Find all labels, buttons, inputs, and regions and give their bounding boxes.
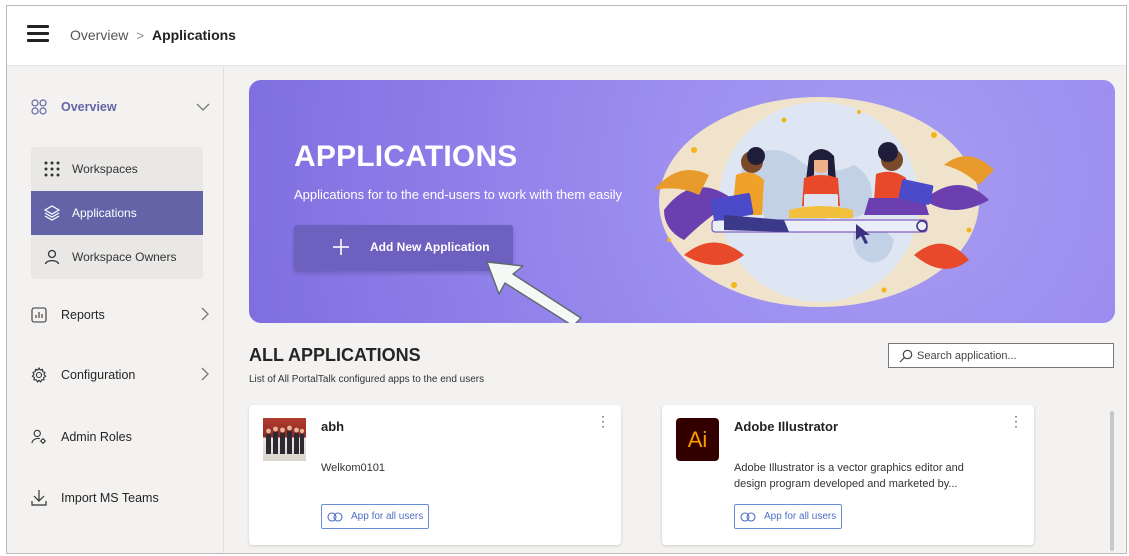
sidebar-item-label: Workspace Owners xyxy=(72,250,177,264)
badge-label: App for all users xyxy=(351,511,424,522)
sidebar: Overview Workspaces Applications Workspa… xyxy=(7,67,224,553)
top-bar: Overview > Applications xyxy=(7,6,1126,66)
sidebar-item-label: Configuration xyxy=(61,368,136,382)
people-with-laptops-illustration xyxy=(654,97,994,307)
grid-icon xyxy=(31,99,47,115)
sidebar-item-admin-roles[interactable]: Admin Roles xyxy=(7,417,224,457)
search-application-box[interactable] xyxy=(888,343,1114,368)
content-scrollbar[interactable] xyxy=(1110,411,1114,551)
sidebar-item-applications[interactable]: Applications xyxy=(31,191,203,235)
applications-banner: APPLICATIONS Applications for to the end… xyxy=(249,80,1115,323)
banner-subtitle: Applications for to the end-users to wor… xyxy=(294,187,623,202)
sidebar-item-label: Admin Roles xyxy=(61,430,132,444)
app-for-all-users-badge[interactable]: App for all users xyxy=(321,504,430,529)
gear-icon xyxy=(31,367,47,383)
sidebar-item-label: Applications xyxy=(72,206,137,220)
sidebar-item-reports[interactable]: Reports xyxy=(7,295,224,335)
app-window: Overview > Applications Overview Workspa… xyxy=(6,5,1127,554)
application-card-abh[interactable]: ⋮ abh Welkom0101 App for all users xyxy=(249,405,621,545)
app-name: Adobe Illustrator xyxy=(734,419,839,434)
team-photo-thumbnail xyxy=(263,418,306,461)
chevron-right-icon[interactable] xyxy=(200,367,210,384)
adobe-illustrator-icon: Ai xyxy=(676,418,719,461)
all-applications-subtitle: List of All PortalTalk configured apps t… xyxy=(249,374,485,385)
sidebar-item-import-ms-teams[interactable]: Import MS Teams xyxy=(7,478,224,518)
sidebar-item-overview[interactable]: Overview xyxy=(7,87,224,127)
sidebar-item-workspace-owners[interactable]: Workspace Owners xyxy=(31,235,203,279)
plus-icon xyxy=(332,234,350,263)
hamburger-menu-icon[interactable] xyxy=(27,25,49,43)
app-description: Adobe Illustrator is a vector graphics e… xyxy=(734,462,964,490)
breadcrumb-current: Applications xyxy=(151,27,236,43)
overview-submenu: Workspaces Applications Workspace Owners xyxy=(31,147,203,279)
breadcrumb-overview-link[interactable]: Overview xyxy=(70,27,128,43)
sidebar-item-workspaces[interactable]: Workspaces xyxy=(31,147,203,191)
chevron-right-icon[interactable] xyxy=(200,307,210,324)
overlap-circles-icon xyxy=(327,511,343,522)
app-name: abh xyxy=(321,419,345,434)
more-options-icon[interactable]: ⋮ xyxy=(596,413,611,430)
app-description: Welkom0101 xyxy=(321,462,385,474)
chevron-down-icon[interactable] xyxy=(196,99,210,115)
person-icon xyxy=(43,248,61,266)
sidebar-item-label: Reports xyxy=(61,308,105,322)
pointer-arrow-annotation xyxy=(486,261,582,323)
sidebar-item-label: Overview xyxy=(61,100,117,114)
sidebar-item-configuration[interactable]: Configuration xyxy=(7,355,224,395)
add-new-application-label: Add New Application xyxy=(370,240,490,254)
all-applications-title: ALL APPLICATIONS xyxy=(249,345,421,365)
search-icon xyxy=(899,349,913,363)
admin-person-icon xyxy=(31,429,47,445)
overlap-circles-icon xyxy=(740,511,756,522)
breadcrumb: Overview > Applications xyxy=(70,27,236,43)
search-application-input[interactable] xyxy=(917,349,1107,362)
dots-grid-icon xyxy=(43,160,61,178)
banner-title: APPLICATIONS xyxy=(294,140,518,173)
chart-icon xyxy=(31,307,47,323)
badge-label: App for all users xyxy=(764,511,837,522)
breadcrumb-separator: > xyxy=(136,27,144,43)
app-for-all-users-badge[interactable]: App for all users xyxy=(734,504,843,529)
sidebar-item-label: Workspaces xyxy=(72,162,138,176)
sidebar-item-label: Import MS Teams xyxy=(61,491,159,505)
more-options-icon[interactable]: ⋮ xyxy=(1009,413,1024,430)
download-icon xyxy=(31,490,47,506)
application-card-adobe-illustrator[interactable]: Ai ⋮ Adobe Illustrator Adobe Illustrator… xyxy=(662,405,1034,545)
layers-icon xyxy=(43,204,61,222)
